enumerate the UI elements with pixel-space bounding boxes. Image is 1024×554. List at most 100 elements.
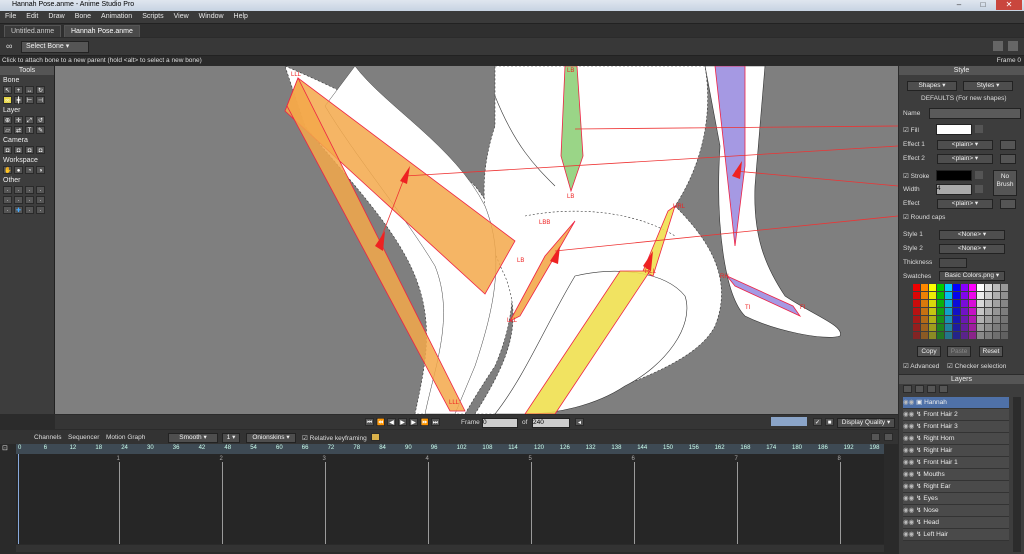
- styles-dropdown[interactable]: Styles ▾: [963, 81, 1013, 91]
- color-swatch[interactable]: [969, 308, 976, 315]
- eye-icon[interactable]: ◉◉: [903, 531, 916, 538]
- reset-button[interactable]: Reset: [979, 346, 1003, 357]
- layer-row[interactable]: ◉◉ ↯ Eyes: [903, 493, 1009, 505]
- timeline-settings-icon[interactable]: [884, 433, 893, 441]
- canvas[interactable]: LLL LB LB LBB LLL RLL URL RH LB LLL TI F…: [55, 66, 898, 414]
- name-input[interactable]: [929, 108, 1021, 119]
- color-swatch[interactable]: [993, 284, 1000, 291]
- color-swatch[interactable]: [921, 308, 928, 315]
- layer-row[interactable]: ◉◉ ↯ Right Ear: [903, 481, 1009, 493]
- color-swatch[interactable]: [977, 308, 984, 315]
- color-swatch[interactable]: [913, 324, 920, 331]
- color-swatch[interactable]: [929, 308, 936, 315]
- layer-row[interactable]: ◉◉ ↯ Front Hair 2: [903, 409, 1009, 421]
- checker-selection-checkbox[interactable]: ☑ Checker selection: [947, 362, 1006, 370]
- swatch-grid[interactable]: [913, 284, 1009, 340]
- color-swatch[interactable]: [953, 324, 960, 331]
- eye-icon[interactable]: ◉◉: [903, 483, 916, 490]
- maximize-button[interactable]: □: [972, 0, 994, 10]
- color-swatch[interactable]: [937, 316, 944, 323]
- color-swatch[interactable]: [921, 292, 928, 299]
- color-swatch[interactable]: [969, 332, 976, 339]
- rewind-icon[interactable]: ⏮: [365, 418, 374, 426]
- effect2-edit-button[interactable]: [1000, 154, 1016, 164]
- step-forward-icon[interactable]: ▶: [409, 418, 418, 426]
- flip-layer-icon[interactable]: ⇄: [14, 126, 23, 134]
- set-origin-icon[interactable]: ⊕: [3, 116, 12, 124]
- effect1-edit-button[interactable]: [1000, 140, 1016, 150]
- color-swatch[interactable]: [969, 324, 976, 331]
- color-swatch[interactable]: [969, 284, 976, 291]
- color-swatch[interactable]: [961, 324, 968, 331]
- display-quality-dropdown[interactable]: Display Quality ▾: [837, 418, 895, 428]
- timeline-track[interactable]: 1 2 3 4 5 6 7 8: [16, 454, 884, 544]
- color-swatch[interactable]: [929, 324, 936, 331]
- color-swatch[interactable]: [993, 300, 1000, 307]
- color-swatch[interactable]: [985, 284, 992, 291]
- swatches-dropdown[interactable]: Basic Colors.png ▾: [939, 271, 1005, 281]
- color-swatch[interactable]: [961, 292, 968, 299]
- other-tool-11-icon[interactable]: ·: [25, 206, 34, 214]
- stroke-effect-edit-button[interactable]: [1000, 199, 1016, 209]
- color-swatch[interactable]: [921, 316, 928, 323]
- color-swatch[interactable]: [913, 316, 920, 323]
- fill-color-swatch[interactable]: [936, 124, 972, 135]
- color-swatch[interactable]: [985, 292, 992, 299]
- render-icon[interactable]: ■: [825, 418, 834, 426]
- color-swatch[interactable]: [945, 292, 952, 299]
- color-swatch[interactable]: [977, 292, 984, 299]
- camera-pan-icon[interactable]: ◘: [36, 146, 45, 154]
- camera-zoom-icon[interactable]: ◘: [14, 146, 23, 154]
- layer-row[interactable]: ◉◉ ↯ Nose: [903, 505, 1009, 517]
- menu-scripts[interactable]: Scripts: [137, 11, 168, 20]
- text-tool-icon[interactable]: T: [25, 126, 34, 134]
- camera-track-icon[interactable]: ◘: [3, 146, 12, 154]
- onionskins-dropdown[interactable]: Onionskins ▾: [246, 433, 296, 443]
- color-swatch[interactable]: [953, 284, 960, 291]
- camera-roll-icon[interactable]: ◘: [25, 146, 34, 154]
- color-swatch[interactable]: [945, 284, 952, 291]
- layer-row[interactable]: ◉◉ ↯ Front Hair 1: [903, 457, 1009, 469]
- layer-row[interactable]: ◉◉ ↯ Head: [903, 517, 1009, 529]
- eye-icon[interactable]: ◉◉: [903, 411, 916, 418]
- orbit-tool-icon[interactable]: ◔: [25, 166, 34, 174]
- other-tool-12-icon[interactable]: ·: [36, 206, 45, 214]
- color-swatch[interactable]: [961, 332, 968, 339]
- color-swatch[interactable]: [961, 308, 968, 315]
- effect2-dropdown[interactable]: <plain> ▾: [937, 154, 993, 164]
- style2-dropdown[interactable]: <None> ▾: [939, 244, 1005, 254]
- color-swatch[interactable]: [1001, 324, 1008, 331]
- interp-count-dropdown[interactable]: 1 ▾: [222, 433, 240, 443]
- check-icon[interactable]: ✓: [813, 418, 822, 426]
- translate-bone-tool-icon[interactable]: +: [14, 86, 23, 94]
- color-swatch[interactable]: [985, 316, 992, 323]
- color-swatch[interactable]: [985, 332, 992, 339]
- color-swatch[interactable]: [977, 332, 984, 339]
- color-swatch[interactable]: [921, 284, 928, 291]
- menu-file[interactable]: File: [0, 11, 21, 20]
- menu-animation[interactable]: Animation: [96, 11, 137, 20]
- menu-help[interactable]: Help: [229, 11, 253, 20]
- color-swatch[interactable]: [937, 308, 944, 315]
- shear-layer-icon[interactable]: ▱: [3, 126, 12, 134]
- eye-icon[interactable]: ◉◉: [903, 423, 916, 430]
- color-swatch[interactable]: [953, 316, 960, 323]
- color-swatch[interactable]: [985, 300, 992, 307]
- advanced-checkbox[interactable]: ☑ Advanced: [903, 362, 939, 370]
- stroke-effect-dropdown[interactable]: <plain> ▾: [937, 199, 993, 209]
- other-tool-2-icon[interactable]: ·: [14, 186, 23, 194]
- color-swatch[interactable]: [985, 308, 992, 315]
- color-swatch[interactable]: [993, 324, 1000, 331]
- color-swatch[interactable]: [929, 292, 936, 299]
- other-tool-5-icon[interactable]: ·: [3, 196, 12, 204]
- add-bone-tool-icon[interactable]: ╋: [14, 96, 23, 104]
- color-swatch[interactable]: [945, 300, 952, 307]
- tab-hannah-pose[interactable]: Hannah Pose.anme: [64, 25, 140, 37]
- eye-icon[interactable]: ◉◉: [903, 471, 916, 478]
- menu-edit[interactable]: Edit: [21, 11, 43, 20]
- menu-bone[interactable]: Bone: [70, 11, 96, 20]
- rotate-layer-icon[interactable]: ↺: [36, 116, 45, 124]
- new-layer-icon[interactable]: [903, 385, 912, 393]
- color-swatch[interactable]: [945, 308, 952, 315]
- color-swatch[interactable]: [1001, 292, 1008, 299]
